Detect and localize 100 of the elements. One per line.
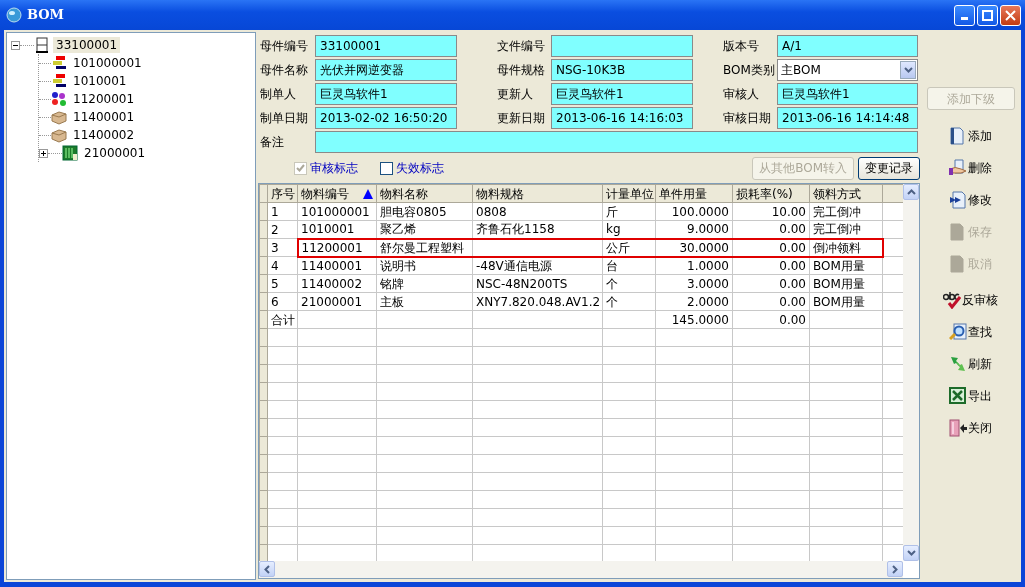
column-header[interactable]: 物料编号 [297, 184, 377, 203]
input-field[interactable] [551, 35, 693, 57]
shapes-icon [51, 91, 67, 107]
column-header[interactable]: 计量单位 [602, 184, 656, 203]
table-cell: 说明书 [376, 256, 473, 275]
tree-node[interactable]: 11200001 [70, 91, 138, 107]
input-field[interactable]: 巨灵鸟软件1 [777, 83, 918, 105]
scroll-left-icon[interactable] [259, 561, 275, 577]
field-label: BOM类别 [722, 62, 775, 79]
column-header[interactable]: 单件用量 [655, 184, 733, 203]
field-label: 母件规格 [496, 62, 546, 79]
field-label: 母件编号 [259, 38, 309, 55]
input-field[interactable]: 2013-02-02 16:50:20 [315, 107, 457, 129]
tree-node[interactable]: 101000001 [70, 55, 145, 71]
scroll-right-icon[interactable] [887, 561, 903, 577]
table-cell: 个 [602, 292, 656, 311]
toolbar-button[interactable]: 导出 [949, 380, 992, 412]
toolbar-button[interactable]: 反审核 [943, 284, 998, 316]
table-cell: 11400001 [297, 256, 377, 275]
table-cell: 0.00 [732, 256, 810, 275]
input-field[interactable]: NSG-10K3B [551, 59, 693, 81]
tree-node[interactable]: 11400002 [70, 127, 138, 143]
table-cell: BOM用量 [809, 274, 883, 293]
table-cell: 145.0000 [655, 310, 733, 329]
table-cell: 0.00 [732, 238, 810, 257]
table-cell: 0.00 [732, 292, 810, 311]
page-arrow-icon [949, 191, 967, 209]
magnifier-icon [949, 323, 967, 341]
field-label: 审核人 [722, 86, 760, 103]
field-label: 版本号 [722, 38, 760, 55]
input-field[interactable]: 2013-06-16 14:14:48 [777, 107, 918, 129]
tree-node[interactable]: 11400001 [70, 109, 138, 125]
window-title: BOM [27, 6, 65, 25]
table-cell: 1.0000 [655, 256, 733, 275]
table-cell: 10.00 [732, 202, 810, 221]
table-cell: 主板 [376, 292, 473, 311]
table-cell: 101000001 [297, 202, 377, 221]
table-cell: 斤 [602, 202, 656, 221]
input-field[interactable]: 光伏并网逆变器 [315, 59, 457, 81]
document-icon [34, 37, 50, 53]
input-field[interactable]: 巨灵鸟软件1 [551, 83, 693, 105]
checkbox[interactable] [380, 161, 393, 175]
toolbar-button[interactable]: 刷新 [949, 348, 992, 380]
field-label: 制单人 [259, 86, 297, 103]
checkbox-label: 审核标志 [310, 160, 358, 177]
vertical-scrollbar[interactable] [903, 184, 919, 561]
close-button[interactable] [1000, 4, 1021, 26]
column-header[interactable]: 物料规格 [472, 184, 603, 203]
toolbar-button[interactable]: 删除 [949, 152, 992, 184]
stacked-bars-icon [51, 73, 67, 89]
refresh-arrows-icon [949, 355, 967, 373]
scroll-down-icon[interactable] [903, 545, 919, 561]
table-cell: 完工倒冲 [809, 202, 883, 221]
table-cell: 台 [602, 256, 656, 275]
page-icon [949, 223, 967, 241]
maximize-button[interactable] [977, 4, 998, 26]
expand-icon[interactable] [39, 148, 48, 158]
toolbar-button[interactable]: 修改 [949, 184, 992, 216]
toolbar-button[interactable]: 添加 [949, 120, 992, 152]
column-header[interactable]: 物料名称 [376, 184, 473, 203]
table-cell: 胆电容0805 [376, 202, 473, 221]
table-cell: NSC-48N200TS [472, 274, 603, 293]
field-label: 制单日期 [259, 110, 309, 127]
table-cell: 11200001 [297, 238, 377, 257]
input-field[interactable]: 33100001 [315, 35, 457, 57]
column-header[interactable]: 序号 [267, 184, 298, 203]
input-field[interactable]: A/1 [777, 35, 918, 57]
spreadsheet-icon [949, 387, 967, 405]
table-cell: 3.0000 [655, 274, 733, 293]
table-cell: 个 [602, 274, 656, 293]
input-field[interactable]: 巨灵鸟软件1 [315, 83, 457, 105]
table-cell: 0.00 [732, 274, 810, 293]
select-field[interactable]: 主BOM [777, 59, 918, 81]
horizontal-scrollbar[interactable] [259, 561, 903, 578]
tree-node[interactable]: 1010001 [70, 73, 130, 89]
table-cell: 公斤 [602, 238, 656, 257]
checkbox-label: 失效标志 [396, 160, 444, 177]
column-header[interactable]: 领料方式 [809, 184, 883, 203]
minimize-icon [961, 17, 968, 20]
minimize-button[interactable] [954, 4, 975, 26]
tree-node[interactable]: 21000001 [81, 145, 149, 161]
toolbar-button[interactable]: 查找 [949, 316, 992, 348]
table-cell: 11400002 [297, 274, 377, 293]
form-button[interactable]: 变更记录 [858, 156, 920, 180]
toolbar-button[interactable]: 关闭 [949, 412, 992, 444]
table-cell: 21000001 [297, 292, 377, 311]
remark-field[interactable] [315, 131, 918, 153]
circuit-board-icon [62, 145, 78, 161]
table-cell: 0.00 [732, 310, 810, 329]
globe-icon [6, 7, 22, 23]
tree-node[interactable]: 33100001 [53, 37, 121, 53]
column-header[interactable]: 损耗率(%) [732, 184, 810, 203]
scroll-up-icon[interactable] [903, 184, 919, 200]
table-cell: 2 [267, 220, 298, 239]
table-cell: 0808 [472, 202, 603, 221]
box-icon [51, 127, 67, 143]
dropdown-icon [903, 67, 913, 73]
input-field[interactable]: 2013-06-16 14:16:03 [551, 107, 693, 129]
table-cell: 5 [267, 274, 298, 293]
collapse-icon[interactable] [11, 40, 20, 50]
